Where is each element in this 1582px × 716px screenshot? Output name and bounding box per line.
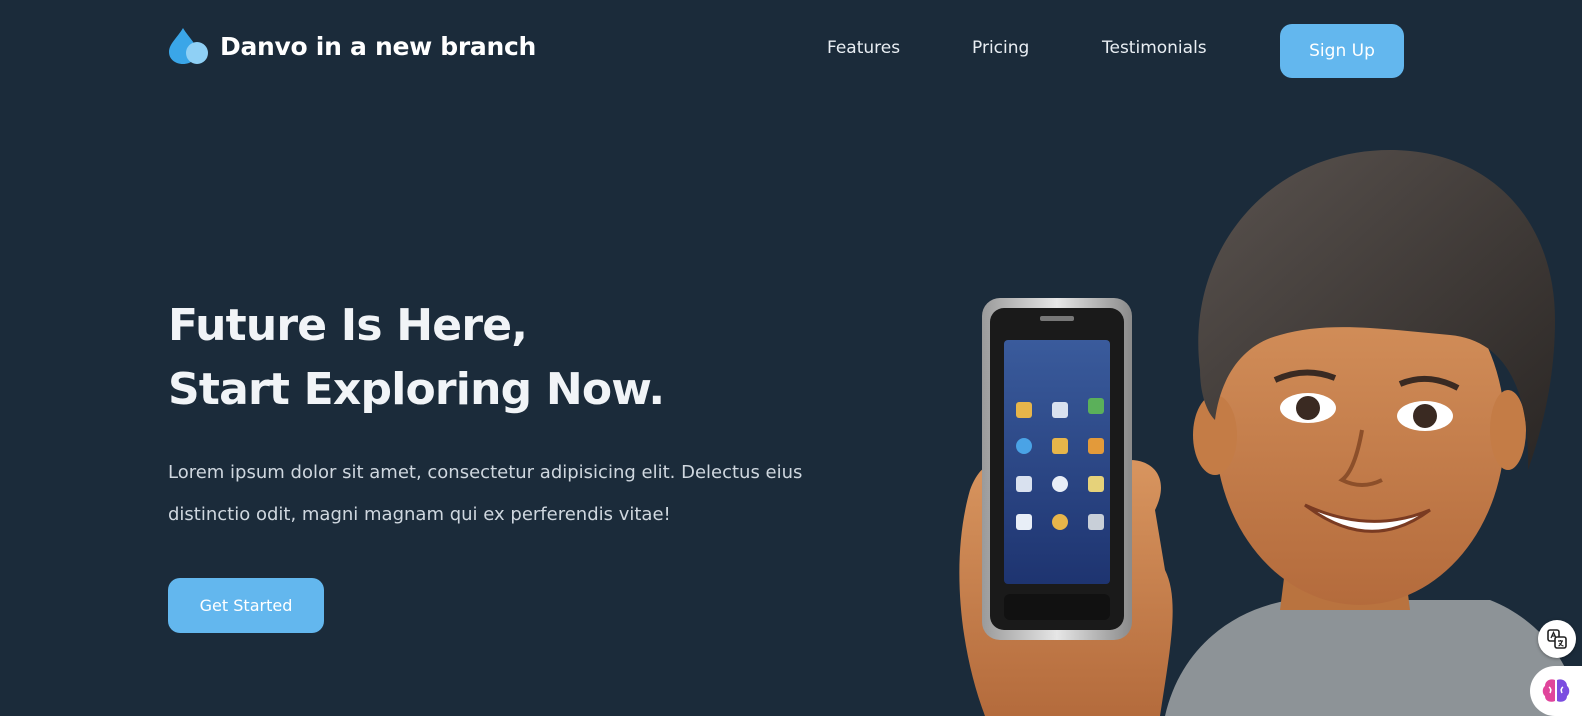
- nav-link-testimonials[interactable]: Testimonials: [1102, 38, 1207, 58]
- hero-title-line-1: Future Is Here,: [168, 300, 528, 351]
- assistant-button[interactable]: [1530, 666, 1582, 716]
- hero-title-line-2: Start Exploring Now.: [168, 364, 665, 415]
- hero-description: Lorem ipsum dolor sit amet, consectetur …: [168, 462, 803, 525]
- boy-shirt: [1165, 600, 1582, 716]
- nav-link-pricing[interactable]: Pricing: [972, 38, 1029, 58]
- nav-link-features[interactable]: Features: [827, 38, 900, 58]
- hero-title: Future Is Here, Start Exploring Now.: [168, 294, 665, 422]
- brand-logo[interactable]: Danvo in a new branch: [168, 26, 536, 66]
- get-started-button[interactable]: Get Started: [168, 578, 324, 633]
- sign-up-button[interactable]: Sign Up: [1280, 24, 1404, 78]
- boy-ear-right: [1490, 390, 1526, 470]
- brain-icon: [1542, 679, 1570, 702]
- smartphone: [982, 298, 1132, 640]
- translate-icon: [1547, 629, 1567, 649]
- brand-name: Danvo in a new branch: [220, 31, 537, 61]
- water-drop-icon: [169, 28, 208, 64]
- hero-illustration: [959, 150, 1582, 716]
- phone-screen: [1004, 340, 1110, 584]
- translate-button[interactable]: [1538, 620, 1576, 658]
